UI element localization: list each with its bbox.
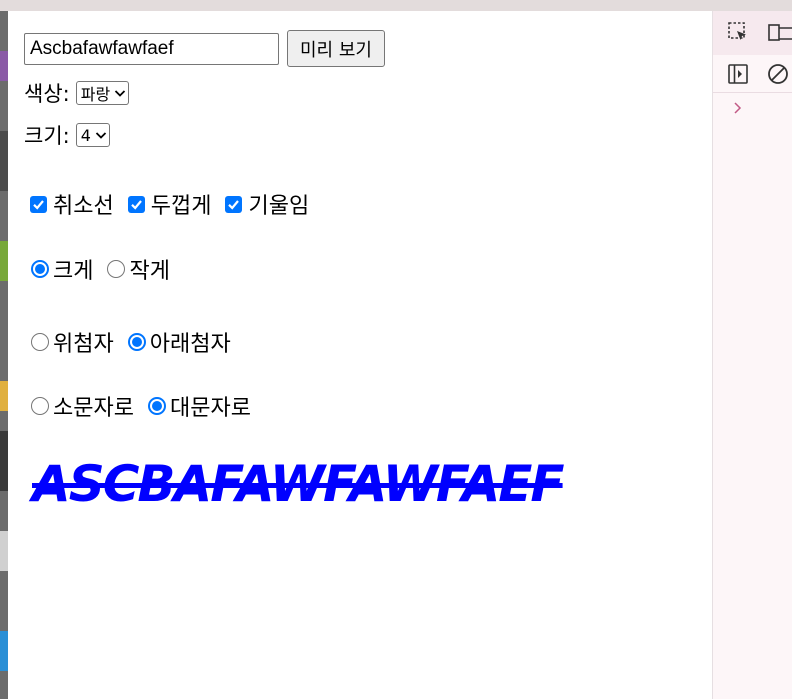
size-select[interactable]: 4: [75, 123, 110, 147]
radio-small[interactable]: 작게: [107, 253, 170, 285]
radio-superscript[interactable]: 위첨자: [31, 326, 114, 358]
size-select-value: 4: [80, 125, 91, 145]
chevron-down-icon: [95, 132, 107, 139]
clear-console-icon[interactable]: [767, 63, 791, 85]
sidebar-toggle-icon[interactable]: [727, 63, 749, 85]
background-window-strip: [0, 11, 8, 699]
radio-button[interactable]: [107, 260, 126, 278]
size-label: 크기:: [24, 124, 70, 148]
checkbox-label: 기울임: [248, 194, 310, 219]
checkbox-label: 취소선: [53, 194, 114, 219]
browser-top-strip: [0, 0, 792, 11]
radio-label: 대문자로: [169, 396, 251, 421]
checked-checkbox-icon[interactable]: [30, 195, 47, 213]
radio-label: 위첨자: [53, 332, 114, 357]
case-radio-row: 소문자로 대문자로: [31, 390, 265, 422]
radio-large[interactable]: 크게: [31, 253, 93, 285]
checkbox-strikethrough[interactable]: 취소선: [30, 188, 114, 220]
color-select[interactable]: 파랑: [75, 81, 130, 105]
font-size-radio-row: 크게 작게: [31, 253, 184, 285]
checked-checkbox-icon[interactable]: [225, 195, 243, 213]
radio-uppercase[interactable]: 대문자로: [147, 390, 251, 422]
color-select-value: 파랑: [80, 85, 111, 104]
radio-label: 아래첨자: [149, 332, 231, 357]
chevron-down-icon: [115, 90, 126, 97]
page-content: 미리 보기 색상: 파랑 크기: 4 취소선 두껍게 기울임: [8, 11, 712, 699]
size-row: 크기: 4: [24, 120, 110, 150]
preview-button[interactable]: 미리 보기: [287, 30, 385, 67]
checkbox-bold[interactable]: 두껍게: [127, 188, 212, 220]
radio-label: 크게: [53, 259, 94, 284]
radio-lowercase[interactable]: 소문자로: [31, 390, 134, 422]
radio-button[interactable]: [31, 397, 49, 415]
radio-button[interactable]: [127, 333, 146, 351]
text-input-row: 미리 보기: [24, 30, 385, 67]
checkbox-italic[interactable]: 기울임: [225, 188, 309, 220]
radio-button[interactable]: [31, 260, 49, 278]
checked-checkbox-icon[interactable]: [127, 195, 145, 213]
text-input[interactable]: [24, 32, 279, 65]
preview-text: Ascbafawfawfaef: [32, 455, 565, 513]
color-row: 색상: 파랑: [24, 78, 130, 108]
radio-subscript[interactable]: 아래첨자: [127, 326, 231, 358]
checkbox-label: 두껍게: [150, 194, 212, 219]
style-checkbox-row: 취소선 두껍게 기울임: [30, 188, 323, 220]
devtools-toolbar: [713, 11, 792, 55]
inspect-element-icon[interactable]: [727, 21, 749, 43]
console-toolbar: [713, 55, 792, 93]
radio-label: 소문자로: [53, 396, 134, 421]
expand-arrow-icon[interactable]: [733, 101, 743, 115]
color-label: 색상:: [24, 82, 70, 106]
radio-button[interactable]: [147, 397, 166, 415]
radio-label: 작게: [129, 259, 170, 284]
script-radio-row: 위첨자 아래첨자: [31, 326, 245, 358]
radio-button[interactable]: [31, 333, 49, 351]
devtools-panel: [712, 11, 792, 699]
device-toolbar-icon[interactable]: [767, 21, 792, 43]
